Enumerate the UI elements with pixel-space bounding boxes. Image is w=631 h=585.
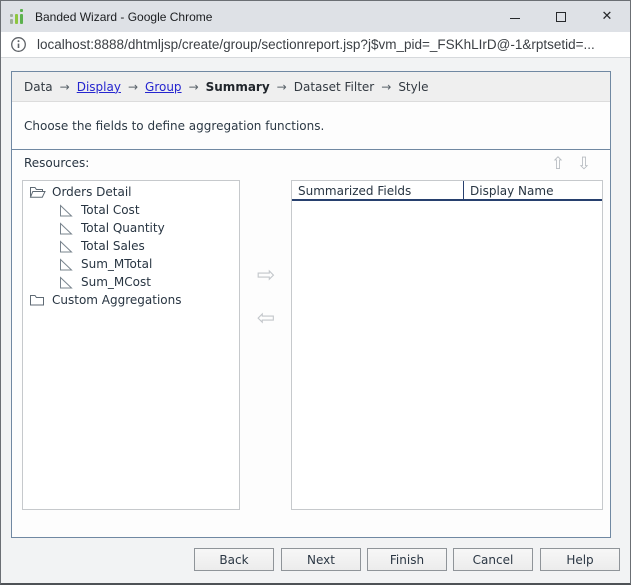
breadcrumb-arrow-icon: → [189,80,199,94]
tree-item-label: Sum_MCost [81,275,151,289]
finish-button[interactable]: Finish [367,548,447,571]
tree-item-total-quantity[interactable]: Total Quantity [23,219,239,237]
tree-item-custom-aggregations[interactable]: Custom Aggregations [23,291,239,309]
help-button[interactable]: Help [540,548,620,571]
tree-item-label: Orders Detail [52,185,132,199]
summary-field-icon [58,238,75,254]
summary-field-icon [58,256,75,272]
summary-table-header: Summarized Fields Display Name [292,181,602,201]
breadcrumb-step-summary: Summary [206,80,270,94]
column-header-summarized-fields: Summarized Fields [292,181,464,199]
breadcrumb-step-data: Data [24,80,53,94]
breadcrumb: Data → Display → Group → Summary → Datas… [12,72,610,102]
next-button[interactable]: Next [281,548,361,571]
move-up-button[interactable]: ⇧ [548,153,568,175]
tree-item-label: Total Quantity [81,221,165,235]
window-title: Banded Wizard - Google Chrome [35,10,212,24]
tree-item-total-cost[interactable]: Total Cost [23,201,239,219]
app-chart-bars-icon [9,8,26,25]
wizard-panel: Data → Display → Group → Summary → Datas… [11,71,611,538]
cancel-button[interactable]: Cancel [453,548,533,571]
close-button[interactable]: ✕ [584,1,630,32]
page-info-icon[interactable] [10,36,27,53]
tree-item-label: Total Sales [81,239,145,253]
summary-field-icon [58,220,75,236]
tree-item-label: Total Cost [81,203,140,217]
arrow-left-icon: ⇦ [257,306,275,331]
instruction-band: Choose the fields to define aggregation … [12,103,610,150]
url-field[interactable]: localhost:8888/dhtmljsp/create/group/sec… [37,37,595,52]
tree-item-sum-mtotal[interactable]: Sum_MTotal [23,255,239,273]
breadcrumb-step-dataset-filter: Dataset Filter [294,80,375,94]
instruction-text: Choose the fields to define aggregation … [24,119,324,133]
summary-field-icon [58,274,75,290]
resources-label: Resources: [24,156,89,170]
folder-closed-icon [29,292,46,308]
breadcrumb-arrow-icon: → [277,80,287,94]
window-controls: ✕ [492,1,630,32]
minimize-button[interactable] [492,1,538,32]
summary-table: Summarized Fields Display Name [291,180,603,510]
summary-field-icon [58,202,75,218]
summary-table-body [292,201,602,507]
minimize-icon [510,18,520,19]
back-button[interactable]: Back [194,548,274,571]
tree-item-total-sales[interactable]: Total Sales [23,237,239,255]
address-bar: localhost:8888/dhtmljsp/create/group/sec… [1,32,630,58]
tree-item-orders-detail[interactable]: Orders Detail [23,183,239,201]
tree-item-label: Sum_MTotal [81,257,152,271]
maximize-button[interactable] [538,1,584,32]
browser-window: Banded Wizard - Google Chrome ✕ localhos… [0,0,631,585]
remove-field-button[interactable]: ⇦ [251,308,281,330]
add-field-button[interactable]: ⇨ [251,265,281,287]
breadcrumb-arrow-icon: → [60,80,70,94]
breadcrumb-step-style: Style [398,80,428,94]
breadcrumb-arrow-icon: → [381,80,391,94]
tree-item-label: Custom Aggregations [52,293,182,307]
column-header-display-name: Display Name [464,181,602,199]
tree-item-sum-mcost[interactable]: Sum_MCost [23,273,239,291]
breadcrumb-arrow-icon: → [128,80,138,94]
breadcrumb-step-group[interactable]: Group [145,80,182,94]
breadcrumb-step-display[interactable]: Display [77,80,121,94]
move-down-button[interactable]: ⇩ [574,153,594,175]
resources-tree-panel: Orders Detail Total Cost Total Quantity … [22,180,240,510]
arrow-up-icon: ⇧ [551,154,565,174]
maximize-icon [556,12,566,22]
close-icon: ✕ [602,10,613,23]
arrow-down-icon: ⇩ [577,154,591,174]
folder-open-icon [29,184,46,200]
window-titlebar[interactable]: Banded Wizard - Google Chrome ✕ [1,1,630,32]
arrow-right-icon: ⇨ [257,263,275,288]
